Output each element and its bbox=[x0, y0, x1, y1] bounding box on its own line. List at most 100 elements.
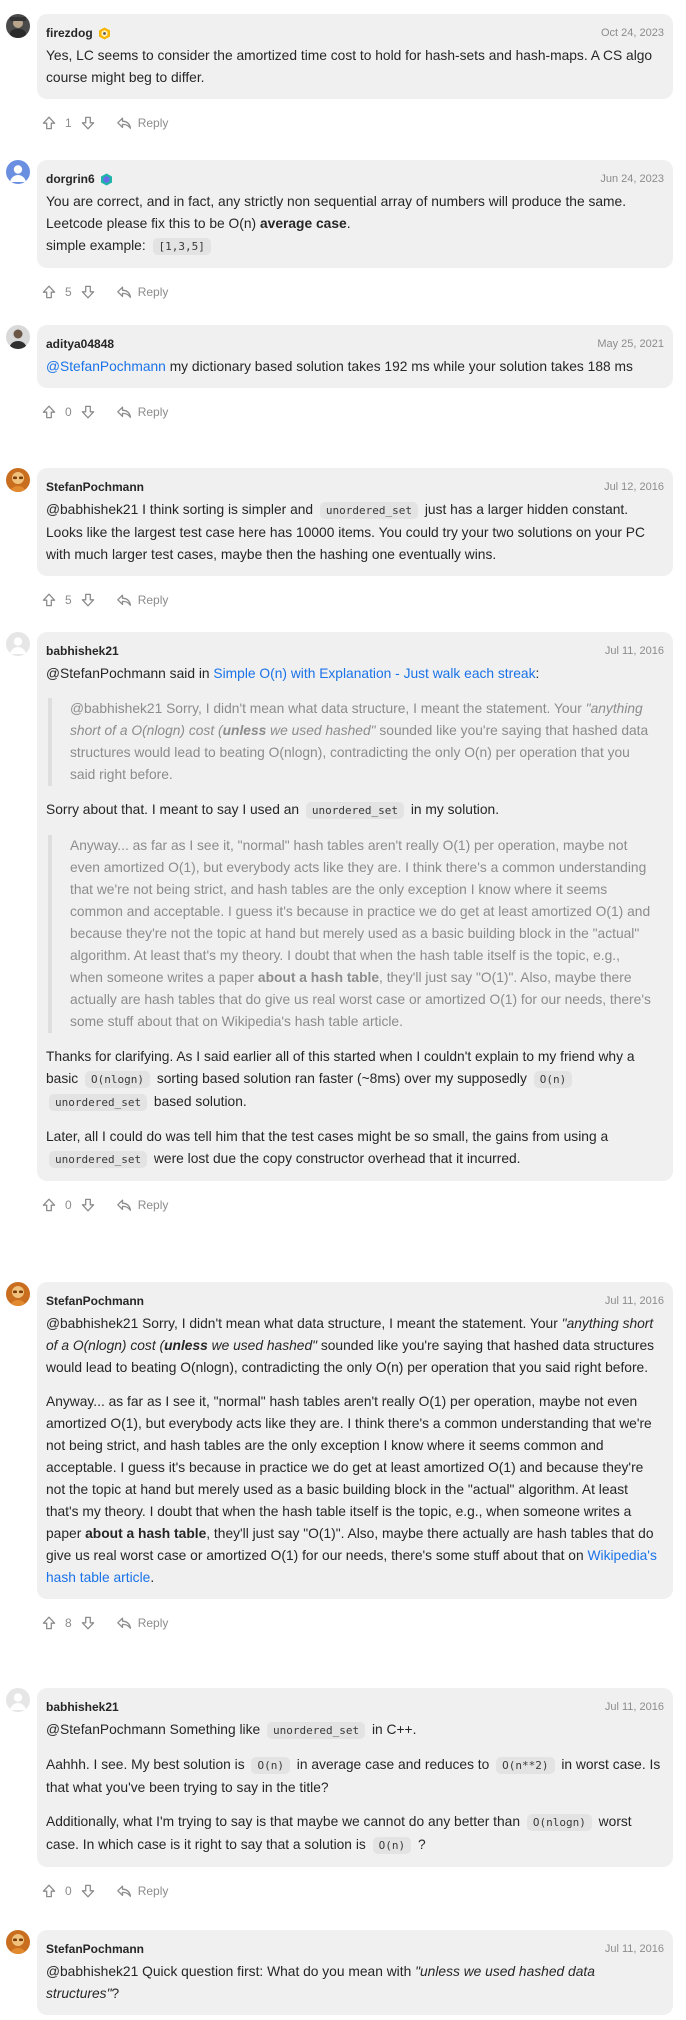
paragraph: @babhishek21 Sorry, I didn't mean what d… bbox=[70, 701, 649, 782]
comment-actions: 5 Reply bbox=[37, 586, 673, 614]
upvote-icon[interactable] bbox=[41, 1197, 57, 1213]
italic-text: "anything short of a O(nlogn) cost ( bbox=[46, 1316, 654, 1353]
mention-link[interactable]: Simple O(n) with Explanation - Just walk… bbox=[213, 666, 535, 681]
paragraph: @StefanPochmann my dictionary based solu… bbox=[46, 359, 633, 374]
reply-button[interactable]: Reply bbox=[116, 284, 169, 300]
downvote-icon[interactable] bbox=[80, 115, 96, 131]
upvote-icon[interactable] bbox=[41, 1615, 57, 1631]
reply-button[interactable]: Reply bbox=[116, 404, 169, 420]
inline-code: O(n) bbox=[533, 1071, 573, 1088]
downvote-icon[interactable] bbox=[80, 284, 96, 300]
badge-icon bbox=[100, 173, 113, 186]
username[interactable]: dorgrin6 bbox=[46, 172, 95, 186]
inline-code: unordered_set bbox=[49, 1151, 148, 1168]
comment-actions: 0 Reply bbox=[37, 398, 673, 426]
reply-label: Reply bbox=[137, 116, 169, 130]
reply-icon bbox=[116, 284, 132, 300]
username[interactable]: babhishek21 bbox=[46, 1700, 119, 1714]
avatar[interactable] bbox=[6, 14, 30, 38]
bold-text: average case bbox=[259, 216, 347, 231]
reply-label: Reply bbox=[137, 285, 169, 299]
comment-body: @StefanPochmann Something like unordered… bbox=[46, 1719, 664, 1857]
reply-button[interactable]: Reply bbox=[116, 1615, 169, 1631]
reply-button[interactable]: Reply bbox=[116, 115, 169, 131]
reply-label: Reply bbox=[137, 405, 169, 419]
comment-body: You are correct, and in fact, any strict… bbox=[46, 191, 664, 258]
vote-count: 5 bbox=[65, 285, 72, 299]
username[interactable]: aditya04848 bbox=[46, 337, 114, 351]
comment: aditya04848 May 25, 2021 @StefanPochmann m… bbox=[6, 325, 673, 426]
downvote-icon[interactable] bbox=[80, 404, 96, 420]
comment-date: Jul 11, 2016 bbox=[604, 1295, 664, 1307]
downvote-icon[interactable] bbox=[80, 1615, 96, 1631]
avatar[interactable] bbox=[6, 632, 30, 656]
username[interactable]: StefanPochmann bbox=[46, 480, 144, 494]
comment-bubble: firezdog Oct 24, 2023 Yes, LC seems to con… bbox=[37, 14, 673, 99]
upvote-icon[interactable] bbox=[41, 592, 57, 608]
comment-body: @babhishek21 I think sorting is simpler … bbox=[46, 499, 664, 566]
vote-count: 5 bbox=[65, 593, 72, 607]
avatar[interactable] bbox=[6, 1930, 30, 1954]
comment-body: @StefanPochmann said in Simple O(n) with… bbox=[46, 663, 664, 1171]
comment-bubble: babhishek21 Jul 11, 2016 @StefanPochmann s… bbox=[37, 632, 673, 1181]
comment: babhishek21 Jul 11, 2016 @StefanPochmann s… bbox=[6, 632, 673, 1219]
username[interactable]: StefanPochmann bbox=[46, 1294, 144, 1308]
downvote-icon[interactable] bbox=[80, 1197, 96, 1213]
comment-actions: 5 Reply bbox=[37, 278, 673, 306]
reply-button[interactable]: Reply bbox=[116, 1883, 168, 1899]
reply-icon bbox=[116, 404, 132, 420]
quote-block: Anyway... as far as I see it, "normal" h… bbox=[48, 835, 664, 1033]
comment-date: Oct 24, 2023 bbox=[601, 27, 664, 39]
avatar[interactable] bbox=[6, 160, 30, 184]
avatar[interactable] bbox=[6, 1688, 30, 1712]
paragraph: @StefanPochmann said in Simple O(n) with… bbox=[46, 666, 540, 681]
comment-bubble: aditya04848 May 25, 2021 @StefanPochmann m… bbox=[37, 325, 673, 388]
paragraph: Anyway... as far as I see it, "normal" h… bbox=[70, 838, 651, 1029]
downvote-icon[interactable] bbox=[80, 592, 96, 608]
upvote-icon[interactable] bbox=[41, 115, 57, 131]
comment-bubble: babhishek21 Jul 11, 2016 @StefanPochmann S… bbox=[37, 1688, 673, 1867]
paragraph: You are correct, and in fact, any strict… bbox=[46, 194, 627, 255]
inline-code: O(n) bbox=[372, 1837, 412, 1854]
reply-icon bbox=[116, 1197, 132, 1213]
comment-header: aditya04848 May 25, 2021 bbox=[46, 335, 664, 353]
comment: StefanPochmann Jul 11, 2016 @babhishek21 Q… bbox=[6, 1930, 673, 2015]
username[interactable]: babhishek21 bbox=[46, 644, 119, 658]
comment-header: babhishek21 Jul 11, 2016 bbox=[46, 1698, 664, 1716]
mention-link[interactable]: Wikipedia's hash table article bbox=[46, 1548, 657, 1585]
italic-text: we used hashed" bbox=[207, 1338, 318, 1353]
comment-actions: 8 Reply bbox=[37, 1609, 673, 1637]
bold-italic-text: unless bbox=[222, 723, 267, 738]
upvote-icon[interactable] bbox=[41, 1883, 57, 1899]
comment-body: Yes, LC seems to consider the amortized … bbox=[46, 45, 664, 89]
inline-code: O(nlogn) bbox=[85, 1071, 151, 1088]
username[interactable]: StefanPochmann bbox=[46, 1942, 144, 1956]
username[interactable]: firezdog bbox=[46, 26, 93, 40]
comment-header: StefanPochmann Jul 11, 2016 bbox=[46, 1292, 664, 1310]
comment-actions: 1 Reply bbox=[37, 109, 673, 137]
avatar[interactable] bbox=[6, 1282, 30, 1306]
reply-label: Reply bbox=[137, 1616, 169, 1630]
reply-button[interactable]: Reply bbox=[116, 592, 168, 608]
avatar[interactable] bbox=[6, 325, 30, 349]
comment-bubble: StefanPochmann Jul 11, 2016 @babhishek21 Q… bbox=[37, 1930, 673, 2015]
upvote-icon[interactable] bbox=[41, 284, 57, 300]
reply-icon bbox=[116, 1615, 132, 1631]
paragraph: Later, all I could do was tell him that … bbox=[46, 1129, 609, 1168]
bold-text: about a hash table bbox=[257, 970, 380, 985]
comment-body: @babhishek21 Sorry, I didn't mean what d… bbox=[46, 1313, 664, 1589]
paragraph: @babhishek21 I think sorting is simpler … bbox=[46, 502, 645, 562]
italic-text: "unless we used hashed data structures" bbox=[46, 1964, 595, 2001]
reply-button[interactable]: Reply bbox=[116, 1197, 168, 1213]
upvote-icon[interactable] bbox=[41, 404, 57, 420]
comment-body: @babhishek21 Quick question first: What … bbox=[46, 1961, 664, 2005]
badge-icon bbox=[98, 27, 111, 40]
vote-count: 0 bbox=[65, 1198, 72, 1212]
mention-link[interactable]: @StefanPochmann bbox=[46, 359, 166, 374]
paragraph: @babhishek21 Sorry, I didn't mean what d… bbox=[46, 1316, 655, 1375]
quote-block: @babhishek21 Sorry, I didn't mean what d… bbox=[48, 698, 664, 786]
downvote-icon[interactable] bbox=[80, 1883, 96, 1899]
avatar[interactable] bbox=[6, 468, 30, 492]
comment: StefanPochmann Jul 11, 2016 @babhishek21 S… bbox=[6, 1282, 673, 1637]
inline-code: O(nlogn) bbox=[526, 1814, 592, 1831]
